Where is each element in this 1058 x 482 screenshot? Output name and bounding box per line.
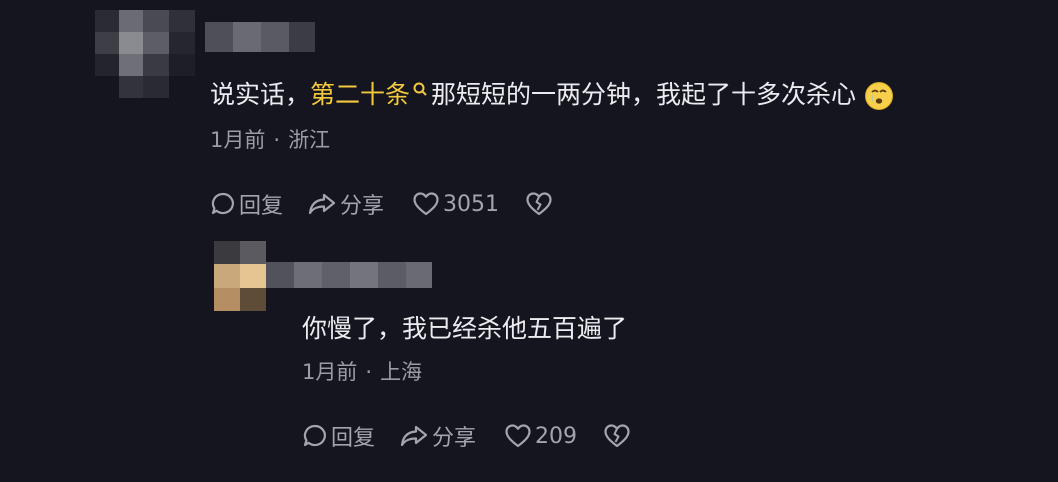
- like-count: 209: [535, 423, 578, 449]
- comment-location: 浙江: [288, 128, 331, 152]
- reply-actions: 回复 分享 209: [302, 420, 631, 452]
- avatar[interactable]: [214, 241, 266, 311]
- meta-separator: ·: [365, 360, 373, 384]
- username[interactable]: [205, 22, 315, 52]
- reply-location: 上海: [380, 360, 423, 384]
- share-arrow-icon: [400, 425, 428, 447]
- dislike-button[interactable]: [603, 423, 631, 449]
- search-icon[interactable]: [411, 80, 429, 104]
- broken-heart-icon: [526, 192, 552, 216]
- comment-section: 说实话，第二十条 那短短的一两分钟，我起了十多次杀心 1月前 · 浙江 回复 分享: [0, 0, 1058, 482]
- share-button[interactable]: 分享: [399, 420, 476, 452]
- reply-meta: 1月前 · 上海: [302, 359, 422, 385]
- comment-time: 1月前: [210, 128, 266, 152]
- username[interactable]: [266, 262, 432, 288]
- meta-separator: ·: [273, 128, 281, 152]
- like-count: 3051: [443, 191, 500, 217]
- like-button[interactable]: 3051: [412, 191, 499, 217]
- comment-bubble-icon: [303, 424, 326, 447]
- heart-icon: [413, 192, 439, 216]
- share-label: 分享: [340, 194, 385, 219]
- crying-face-emoji-icon: [865, 82, 894, 110]
- comment-text: 说实话，第二十条 那短短的一两分钟，我起了十多次杀心: [210, 80, 894, 111]
- share-label: 分享: [432, 426, 477, 451]
- comment-actions: 回复 分享 3051: [210, 188, 553, 220]
- share-button[interactable]: 分享: [307, 188, 384, 220]
- reply-button[interactable]: 回复: [210, 188, 283, 220]
- broken-heart-icon: [604, 424, 630, 448]
- share-arrow-icon: [308, 193, 336, 215]
- reply-text: 你慢了，我已经杀他五百遍了: [302, 314, 628, 343]
- reply-time: 1月前: [302, 360, 358, 384]
- reply-button[interactable]: 回复: [302, 420, 375, 452]
- comment-meta: 1月前 · 浙江: [210, 127, 330, 153]
- reply-label: 回复: [239, 194, 284, 219]
- comment-text-start: 说实话，: [210, 80, 311, 109]
- heart-icon: [505, 424, 531, 448]
- reply-label: 回复: [331, 426, 376, 451]
- avatar[interactable]: [95, 10, 195, 98]
- like-button[interactable]: 209: [504, 423, 577, 449]
- dislike-button[interactable]: [525, 191, 553, 217]
- comment-text-end: 那短短的一两分钟，我起了十多次杀心: [431, 80, 857, 109]
- search-link-text[interactable]: 第二十条: [310, 80, 410, 109]
- comment-bubble-icon: [211, 192, 234, 215]
